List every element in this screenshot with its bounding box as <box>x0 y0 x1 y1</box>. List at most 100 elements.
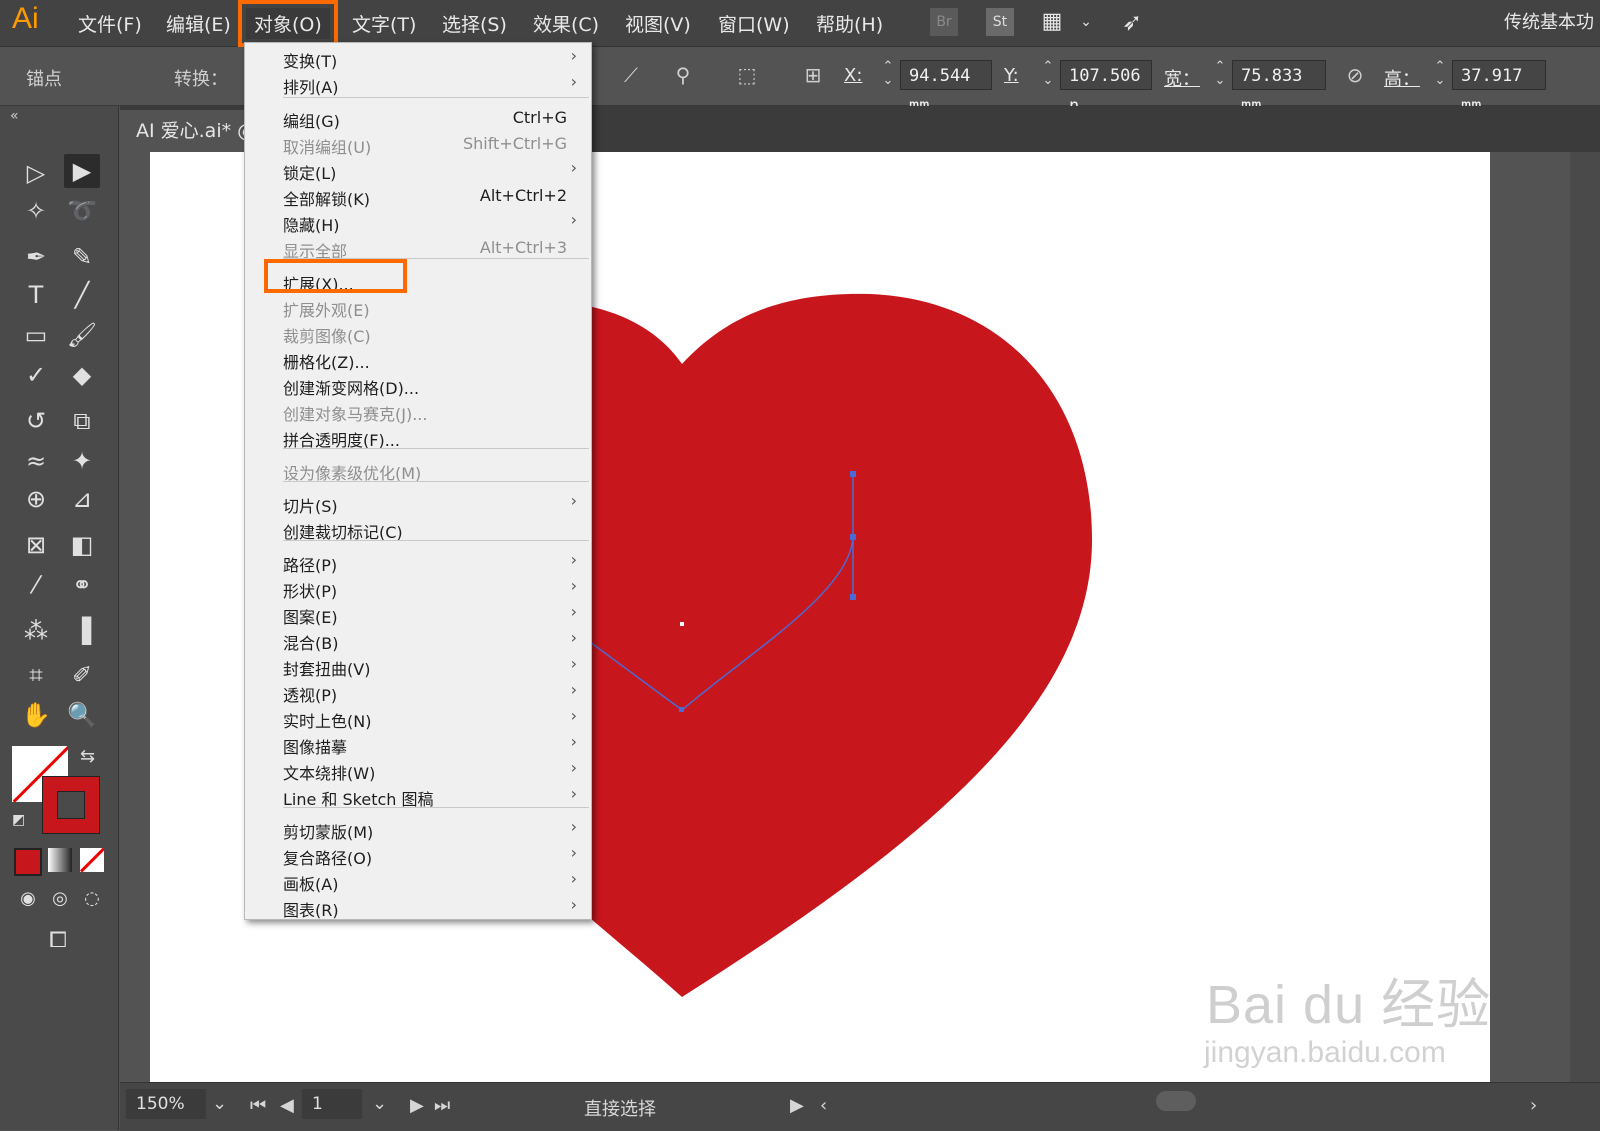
menu-item[interactable]: 排列(A) › <box>245 71 591 97</box>
menu-view[interactable]: 视图(V) <box>617 8 699 39</box>
menu-item[interactable]: 切片(S) › <box>245 490 591 516</box>
menu-item[interactable]: 图像描摹 › <box>245 731 591 757</box>
menu-item[interactable]: 隐藏(H) › <box>245 209 591 235</box>
menu-type[interactable]: 文字(T) <box>344 8 424 39</box>
constrain-link-icon[interactable]: ⊘ <box>1340 63 1370 89</box>
eyedropper-tool-icon[interactable]: ⁄ <box>18 568 54 602</box>
chevron-down-icon[interactable]: ⌄ <box>1072 8 1100 36</box>
artboard-dropdown-icon[interactable]: ⌄ <box>372 1093 387 1114</box>
status-menu-icon[interactable]: ▶ <box>790 1095 804 1116</box>
hand-tool-icon[interactable]: ✋ <box>18 698 54 732</box>
menu-item[interactable]: 创建裁切标记(C) <box>245 516 591 542</box>
symbol-sprayer-tool-icon[interactable]: ⁂ <box>18 614 54 648</box>
zoom-dropdown-icon[interactable]: ⌄ <box>212 1093 227 1114</box>
zoom-field[interactable]: 150% <box>126 1089 206 1119</box>
menu-item[interactable]: 拼合透明度(F)... <box>245 424 591 450</box>
anchor-convert-icon[interactable]: ⚲ <box>668 63 698 89</box>
menu-item[interactable]: 锁定(L) › <box>245 157 591 183</box>
menu-file[interactable]: 文件(F) <box>70 8 150 39</box>
column-graph-tool-icon[interactable]: ▐ <box>64 614 100 648</box>
menu-item[interactable]: 复合路径(O) › <box>245 842 591 868</box>
menu-object[interactable]: 对象(O) <box>238 0 338 47</box>
shaper-tool-icon[interactable]: ✓ <box>18 358 54 392</box>
menu-item[interactable]: 混合(B) › <box>245 627 591 653</box>
paintbrush-tool-icon[interactable]: 🖌 <box>64 318 100 352</box>
menu-item[interactable]: 图案(E) › <box>245 601 591 627</box>
horizontal-scroll-thumb[interactable] <box>1156 1091 1196 1111</box>
stroke-swatch[interactable] <box>42 776 100 834</box>
isolate-icon[interactable]: ⬚ <box>732 63 762 89</box>
draw-behind-icon[interactable]: ◎ <box>42 882 78 916</box>
vertical-scrollbar[interactable] <box>1570 152 1600 1082</box>
gradient-tool-icon[interactable]: ◧ <box>64 528 100 562</box>
stock-icon[interactable]: St <box>986 8 1014 36</box>
y-field[interactable]: 107.506 n <box>1060 60 1152 116</box>
height-field[interactable]: 37.917 mm <box>1452 60 1546 116</box>
menu-item[interactable]: 形状(P) › <box>245 575 591 601</box>
shape-builder-tool-icon[interactable]: ⊕ <box>18 482 54 516</box>
eraser-tool-icon[interactable]: ◆ <box>64 358 100 392</box>
x-stepper[interactable]: ⌃ ⌄ <box>878 60 898 90</box>
curvature-tool-icon[interactable]: ✎ <box>64 240 100 274</box>
menu-item[interactable]: 文本绕排(W) › <box>245 757 591 783</box>
last-artboard-icon[interactable]: ⏭ <box>434 1095 450 1116</box>
gradient-mode-icon[interactable] <box>48 848 72 872</box>
default-colors-icon[interactable]: ◩ <box>12 812 25 828</box>
menu-item[interactable]: 变换(T) › <box>245 45 591 71</box>
type-tool-icon[interactable]: T <box>18 278 54 312</box>
artboard-tool-icon[interactable]: ⌗ <box>18 658 54 692</box>
height-stepper[interactable]: ⌃ ⌄ <box>1430 60 1450 90</box>
menu-item[interactable]: 栅格化(Z)... <box>245 346 591 372</box>
menu-item[interactable]: 全部解锁(K) Alt+Ctrl+2 <box>245 183 591 209</box>
width-field[interactable]: 75.833 mm <box>1232 60 1326 116</box>
line-tool-icon[interactable]: ╱ <box>64 278 100 312</box>
draw-inside-icon[interactable]: ◌ <box>74 882 110 916</box>
menu-item[interactable]: 画板(A) › <box>245 868 591 894</box>
rectangle-tool-icon[interactable]: ▭ <box>18 318 54 352</box>
magic-wand-tool-icon[interactable]: ✧ <box>18 194 54 228</box>
scroll-left-icon[interactable]: ‹ <box>820 1095 827 1116</box>
x-field[interactable]: 94.544 mm <box>900 60 992 116</box>
color-mode-icon[interactable] <box>14 848 42 876</box>
pen-tool-icon[interactable]: ✒ <box>18 240 54 274</box>
menu-edit[interactable]: 编辑(E) <box>158 8 239 39</box>
menu-item[interactable]: 封套扭曲(V) › <box>245 653 591 679</box>
reference-point-icon[interactable]: ⊞ <box>798 63 828 89</box>
menu-select[interactable]: 选择(S) <box>434 8 515 39</box>
blend-tool-icon[interactable]: ⚭ <box>64 568 100 602</box>
rotate-tool-icon[interactable]: ↺ <box>18 404 54 438</box>
slice-tool-icon[interactable]: ✐ <box>64 658 100 692</box>
direct-selection-tool-icon[interactable]: ▶ <box>64 154 100 188</box>
menu-item[interactable]: 创建渐变网格(D)... <box>245 372 591 398</box>
artboard-number-field[interactable]: 1 <box>302 1089 362 1119</box>
perspective-grid-tool-icon[interactable]: ⊿ <box>64 482 100 516</box>
next-artboard-icon[interactable]: ▶ <box>410 1095 424 1116</box>
menu-item[interactable]: 图表(R) › <box>245 894 591 920</box>
scale-tool-icon[interactable]: ⧉ <box>64 404 100 438</box>
gpu-rocket-icon[interactable]: ➶ <box>1118 8 1146 36</box>
menu-window[interactable]: 窗口(W) <box>710 8 798 39</box>
menu-item[interactable]: 透视(P) › <box>245 679 591 705</box>
draw-normal-icon[interactable]: ◉ <box>10 882 46 916</box>
menu-item[interactable]: 编组(G) Ctrl+G <box>245 105 591 131</box>
scroll-right-icon[interactable]: › <box>1530 1095 1537 1116</box>
first-artboard-icon[interactable]: ⏮ <box>250 1095 266 1116</box>
previous-artboard-icon[interactable]: ◀ <box>280 1095 294 1116</box>
menu-item[interactable]: 剪切蒙版(M) › <box>245 816 591 842</box>
menu-item[interactable]: 路径(P) › <box>245 549 591 575</box>
lasso-tool-icon[interactable]: ➰ <box>64 194 100 228</box>
screen-mode-icon[interactable]: ⧠ <box>40 924 76 958</box>
workspace-switcher[interactable]: 传统基本功 <box>1504 8 1594 34</box>
swap-colors-icon[interactable]: ⇆ <box>80 746 95 767</box>
menu-help[interactable]: 帮助(H) <box>808 8 891 39</box>
handle-icon[interactable]: ⟋ <box>616 63 646 89</box>
arrange-documents-icon[interactable]: ▦ <box>1038 8 1066 36</box>
bridge-icon[interactable]: Br <box>930 8 958 36</box>
menu-item[interactable]: Line 和 Sketch 图稿 › <box>245 783 591 809</box>
menu-item[interactable]: 实时上色(N) › <box>245 705 591 731</box>
selection-tool-icon[interactable]: ▷ <box>18 156 54 190</box>
menu-effect[interactable]: 效果(C) <box>525 8 607 39</box>
mesh-tool-icon[interactable]: ⊠ <box>18 528 54 562</box>
collapse-icon[interactable]: « <box>10 108 19 124</box>
y-stepper[interactable]: ⌃ ⌄ <box>1038 60 1058 90</box>
